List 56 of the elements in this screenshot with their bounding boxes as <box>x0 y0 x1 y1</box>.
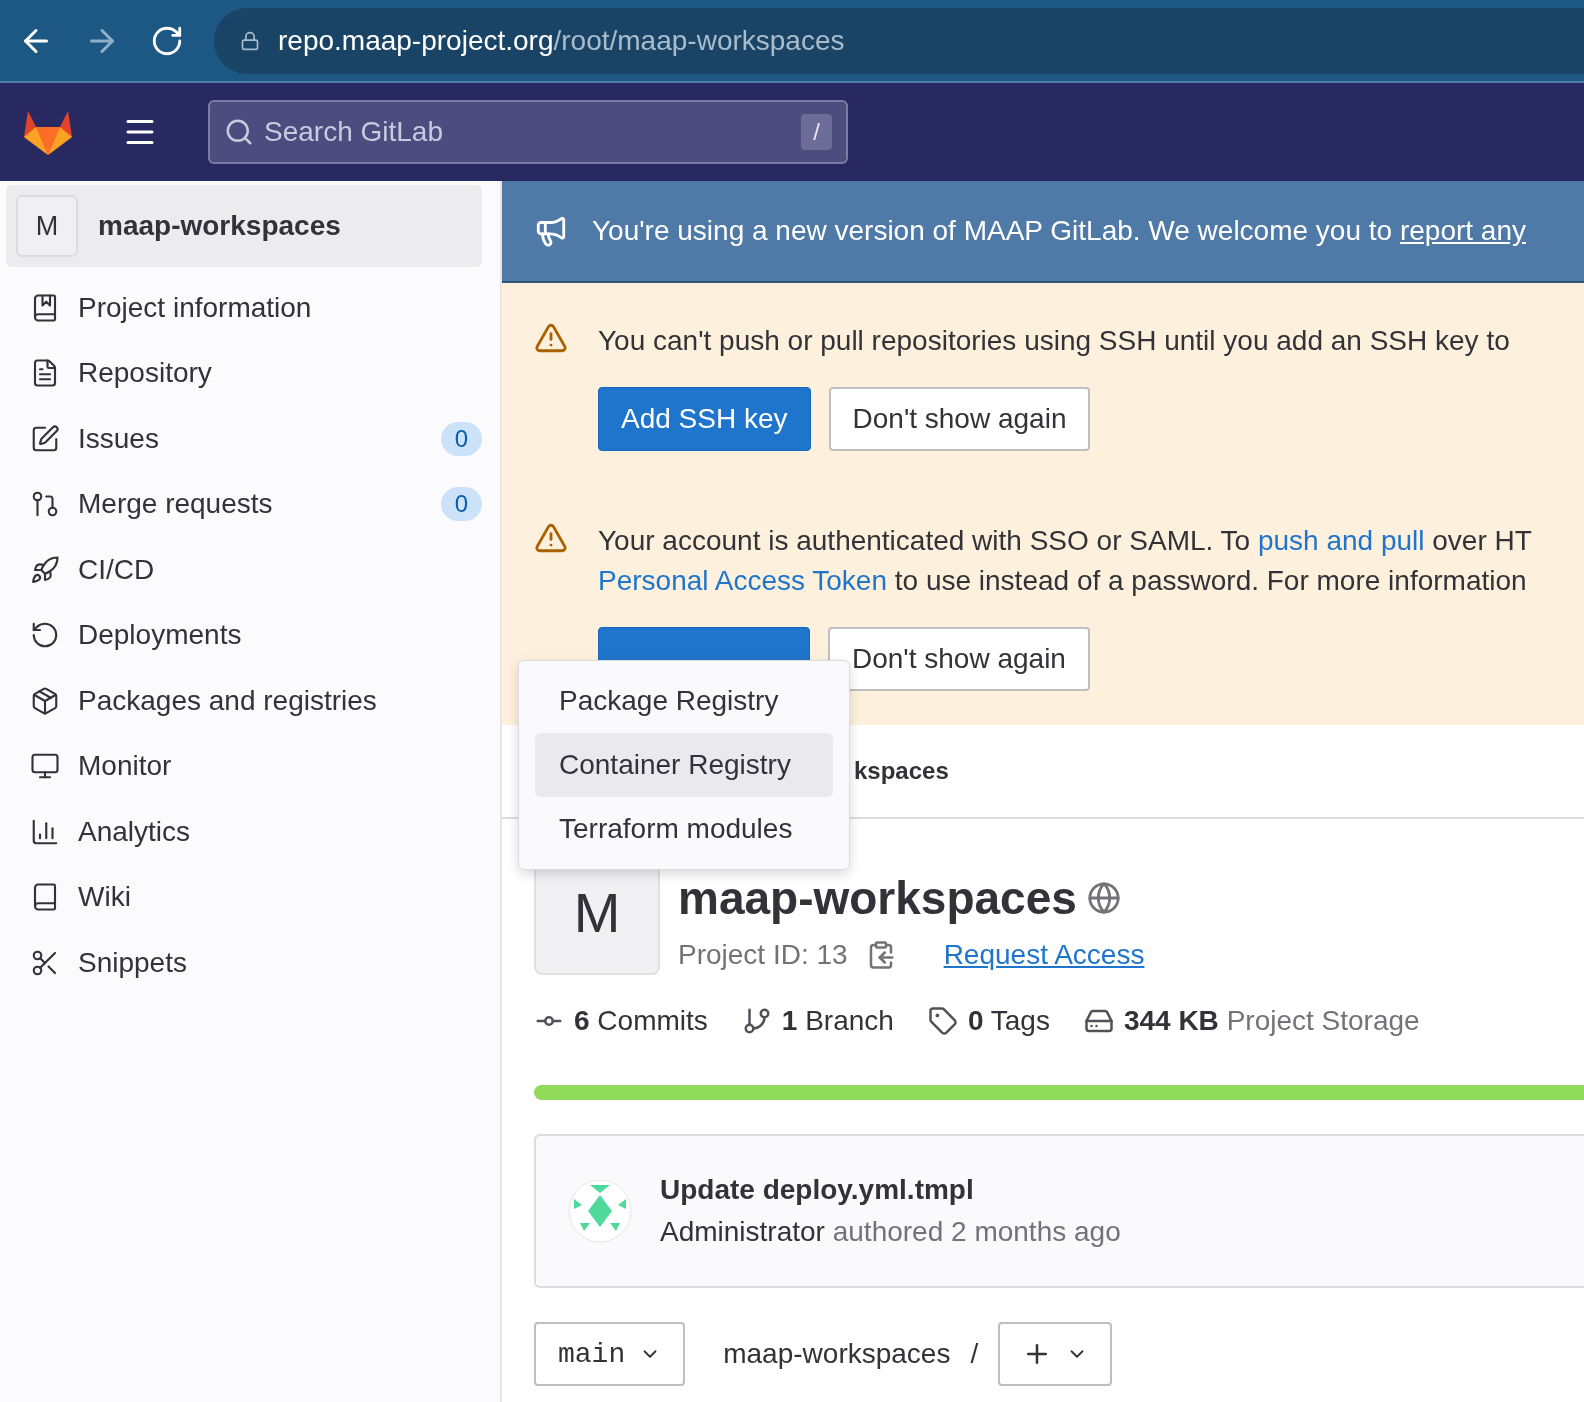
menu-item[interactable]: Container Registry <box>535 733 833 797</box>
count-badge: 0 <box>440 421 482 456</box>
alert-button[interactable]: Don't show again <box>828 627 1090 691</box>
sidebar-item[interactable]: Packages and registries <box>6 668 482 734</box>
commit-title[interactable]: Update deploy.yml.tmpl <box>660 1174 1121 1206</box>
project-name: maap-workspaces <box>98 210 341 242</box>
sidebar-item[interactable]: Monitor <box>6 733 482 799</box>
breadcrumb[interactable]: kspaces <box>854 757 949 785</box>
path-separator: / <box>970 1338 979 1370</box>
megaphone-icon <box>534 214 568 248</box>
alert-button[interactable]: Don't show again <box>828 387 1091 451</box>
alert-text: Your account is authenticated with SSO or SAML. To push and pull over HT Personal Access Token to use instead of a password. For more information <box>598 524 1532 598</box>
sidebar-item[interactable]: CI/CD <box>6 537 482 603</box>
search-field[interactable]: Search GitLab / <box>208 100 848 164</box>
link[interactable]: push and pull <box>1257 525 1425 556</box>
sidebar-item[interactable]: Wiki <box>6 864 482 930</box>
tag-icon <box>927 1006 958 1036</box>
warning-icon <box>534 321 568 355</box>
edit-square-icon <box>30 423 60 454</box>
branch-icon <box>741 1006 772 1036</box>
stat-link[interactable]: 344 KB Project Storage <box>1123 1005 1420 1037</box>
stat-link[interactable]: 0 Tags <box>967 1005 1050 1037</box>
link[interactable]: Personal Access Token <box>598 565 887 596</box>
commit-meta: Administrator authored 2 months ago <box>660 1216 1121 1248</box>
sidebar-item[interactable]: Issues 0 <box>6 406 482 472</box>
banner-text: You're using a new version of MAAP GitLab. We welcome you to report any <box>592 215 1526 247</box>
stat-link[interactable]: 6 Commits <box>574 1005 708 1037</box>
url-path: /root/maap-workspaces <box>553 24 845 56</box>
rocket-icon <box>30 554 60 585</box>
sidebar-item[interactable]: Analytics <box>6 799 482 865</box>
project-id: Project ID: 13 <box>678 939 848 971</box>
branch-dropdown[interactable]: main <box>534 1322 686 1386</box>
shortcut-key: / <box>801 114 832 150</box>
path-link[interactable]: maap-workspaces <box>723 1338 951 1370</box>
sidebar-item[interactable]: Repository <box>6 340 482 406</box>
count-badge: 0 <box>440 487 482 522</box>
project-link[interactable]: M maap-workspaces <box>6 185 482 267</box>
project-title: maap-workspaces <box>678 871 1077 925</box>
alert-button[interactable]: Add SSH key <box>598 387 811 451</box>
stat-link[interactable]: 1 Branch <box>781 1005 894 1037</box>
project-avatar: M <box>16 195 78 257</box>
lock-icon <box>240 30 260 51</box>
sidebar-item[interactable]: Snippets <box>6 930 482 996</box>
url-host: repo.maap-project.org <box>278 24 554 56</box>
sidebar-item[interactable]: Project information <box>6 275 482 341</box>
warning-icon <box>534 521 568 555</box>
alert-text: You can't push or pull repositories using SSH until you add an SSH key to <box>598 324 1510 358</box>
report-link[interactable]: report any <box>1399 215 1526 246</box>
package-icon <box>30 685 60 716</box>
search-icon <box>224 117 254 147</box>
address-bar[interactable]: repo.maap-project.org/root/maap-workspaces <box>214 7 1584 74</box>
request-access-link[interactable]: Request Access <box>943 939 1145 971</box>
sidebar-item[interactable]: Merge requests 0 <box>6 471 482 537</box>
sidebar-item[interactable]: Deployments <box>6 602 482 668</box>
globe-icon <box>1086 881 1121 915</box>
identicon-avatar <box>568 1179 632 1243</box>
